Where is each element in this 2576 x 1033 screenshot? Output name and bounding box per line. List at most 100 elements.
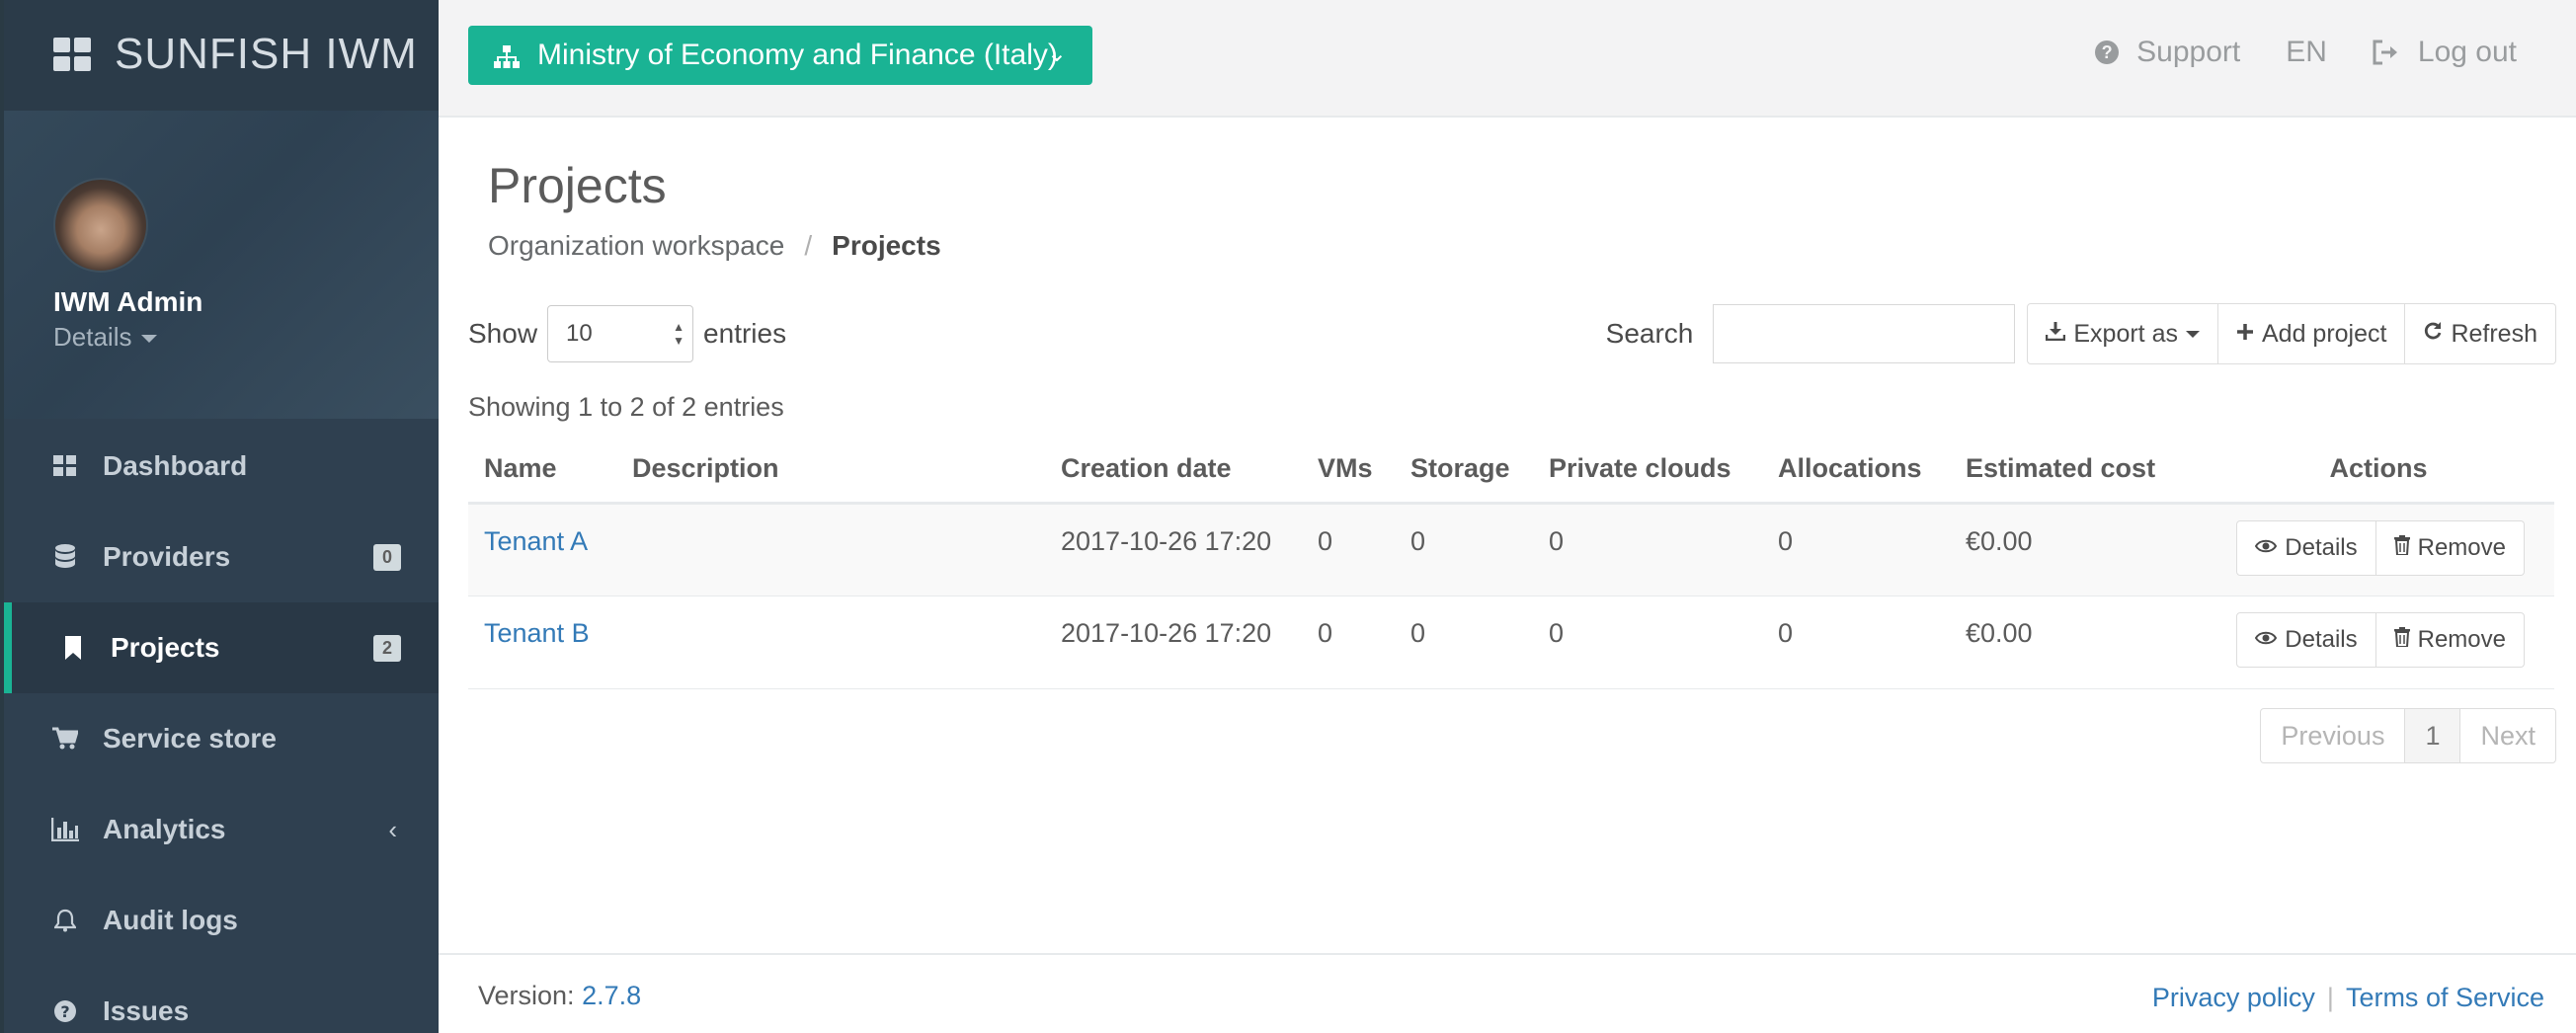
language-selector[interactable]: EN [2286,36,2327,69]
cell-storage: 0 [1395,503,1533,596]
remove-button[interactable]: Remove [2375,519,2525,576]
add-project-button[interactable]: Add project [2217,303,2406,364]
search-input[interactable] [1713,304,2016,363]
main-content: Projects Organization workspace / Projec… [439,118,2576,953]
export-label: Export as [2073,319,2178,348]
cart-icon [51,725,79,753]
cell-estimated-cost: €0.00 [1950,596,2187,689]
sidebar-item-dashboard[interactable]: Dashboard [4,421,439,512]
details-button[interactable]: Details [2236,611,2376,668]
cell-allocations: 0 [1762,596,1950,689]
entries-select[interactable]: 10 ▲ ▼ [547,305,694,362]
privacy-policy-link[interactable]: Privacy policy [2152,983,2315,1013]
organization-dropdown[interactable]: Ministry of Economy and Finance (Italy) … [468,26,1092,85]
bookmark-icon [59,634,87,662]
sidebar-item-audit-logs[interactable]: Audit logs [4,875,439,966]
entries-label: entries [703,318,787,349]
cell-vms: 0 [1302,596,1395,689]
dashboard-icon [51,452,79,480]
app-title: SUNFISH IWM [115,30,418,78]
page-length-control: Show 10 ▲ ▼ entries [468,305,786,362]
version-number[interactable]: 2.7.8 [582,981,641,1010]
logout-label: Log out [2417,36,2517,68]
pagination: Previous 1 Next [2260,708,2556,763]
sidebar-item-providers[interactable]: Providers 0 [4,512,439,602]
project-link[interactable]: Tenant A [484,526,588,556]
support-label: Support [2136,36,2241,68]
profile-details-label: Details [53,322,132,352]
refresh-label: Refresh [2451,319,2537,348]
breadcrumb: Organization workspace / Projects [488,230,941,262]
entries-select-value: 10 [566,320,593,347]
column-header-description[interactable]: Description [616,436,1045,505]
terms-of-service-link[interactable]: Terms of Service [2346,983,2544,1013]
sidebar-item-projects[interactable]: Projects 2 [4,602,439,693]
sidebar-item-label: Service store [103,723,277,754]
cell-creation-date: 2017-10-26 17:20 [1045,503,1302,596]
pagination-previous[interactable]: Previous [2260,708,2406,763]
show-label: Show [468,318,538,349]
row-actions: Details Remove [2203,611,2554,668]
support-link[interactable]: ? Support [2095,36,2240,69]
column-header-actions: Actions [2187,436,2554,505]
caret-down-icon [2185,330,2200,338]
plus-icon [2236,321,2254,347]
cell-description [616,503,1045,596]
remove-button[interactable]: Remove [2375,611,2525,668]
refresh-button[interactable]: Refresh [2405,303,2556,364]
column-header-private-clouds[interactable]: Private clouds [1533,436,1762,505]
footer-links: Privacy policy | Terms of Service [2152,983,2544,1013]
database-icon [51,543,79,571]
download-icon [2046,321,2066,347]
remove-label: Remove [2417,625,2506,653]
table-row: Tenant A 2017-10-26 17:20 0 0 0 0 €0.00 … [468,503,2554,596]
trash-icon [2393,626,2410,653]
spinner-arrows-icon: ▲ ▼ [673,320,685,348]
sign-out-icon [2373,40,2400,65]
cell-creation-date: 2017-10-26 17:20 [1045,596,1302,689]
cell-name: Tenant A [468,503,616,596]
column-header-vms[interactable]: VMs [1302,436,1395,505]
cell-private-clouds: 0 [1533,503,1762,596]
sidebar-item-service-store[interactable]: Service store [4,693,439,784]
column-header-creation-date[interactable]: Creation date [1045,436,1302,505]
column-header-name[interactable]: Name [468,436,616,505]
breadcrumb-item-current: Projects [832,230,941,261]
caret-down-icon [141,335,158,344]
profile-name: IWM Admin [53,286,203,317]
cell-actions: Details Remove [2187,503,2554,596]
details-button[interactable]: Details [2236,519,2376,576]
export-button[interactable]: Export as [2027,303,2218,364]
pagination-page[interactable]: 1 [2405,708,2461,763]
brand-header[interactable]: SUNFISH IWM [4,0,439,111]
avatar [53,178,148,273]
svg-text:?: ? [60,1002,69,1021]
pagination-next[interactable]: Next [2460,708,2556,763]
column-header-estimated-cost[interactable]: Estimated cost [1950,436,2187,505]
question-circle-icon: ? [2095,40,2120,64]
breadcrumb-item-organization[interactable]: Organization workspace [488,230,784,262]
sidebar-item-analytics[interactable]: Analytics ‹ [4,784,439,875]
column-header-allocations[interactable]: Allocations [1762,436,1950,505]
cell-allocations: 0 [1762,503,1950,596]
cell-storage: 0 [1395,596,1533,689]
page-title: Projects [488,158,667,213]
eye-icon [2255,536,2278,559]
refresh-icon [2423,321,2443,347]
profile-details-dropdown[interactable]: Details [53,322,158,353]
bar-chart-icon [51,816,79,843]
projects-table: Name Description Creation date VMs Stora… [468,436,2554,689]
topbar-right: ? Support EN Log out [2050,36,2517,69]
column-header-storage[interactable]: Storage [1395,436,1533,505]
sidebar-item-issues[interactable]: ? Issues [4,966,439,1033]
grid-icon [53,38,93,73]
profile-panel: IWM Admin Details [4,111,439,419]
table-row: Tenant B 2017-10-26 17:20 0 0 0 0 €0.00 … [468,596,2554,689]
logout-link[interactable]: Log out [2373,36,2517,69]
project-link[interactable]: Tenant B [484,618,590,648]
remove-label: Remove [2417,533,2506,561]
toolbar-button-group: Export as Add project Refresh [2027,303,2556,364]
eye-icon [2255,628,2278,651]
sidebar-item-label: Providers [103,541,231,572]
table-header-row: Name Description Creation date VMs Stora… [468,436,2554,505]
